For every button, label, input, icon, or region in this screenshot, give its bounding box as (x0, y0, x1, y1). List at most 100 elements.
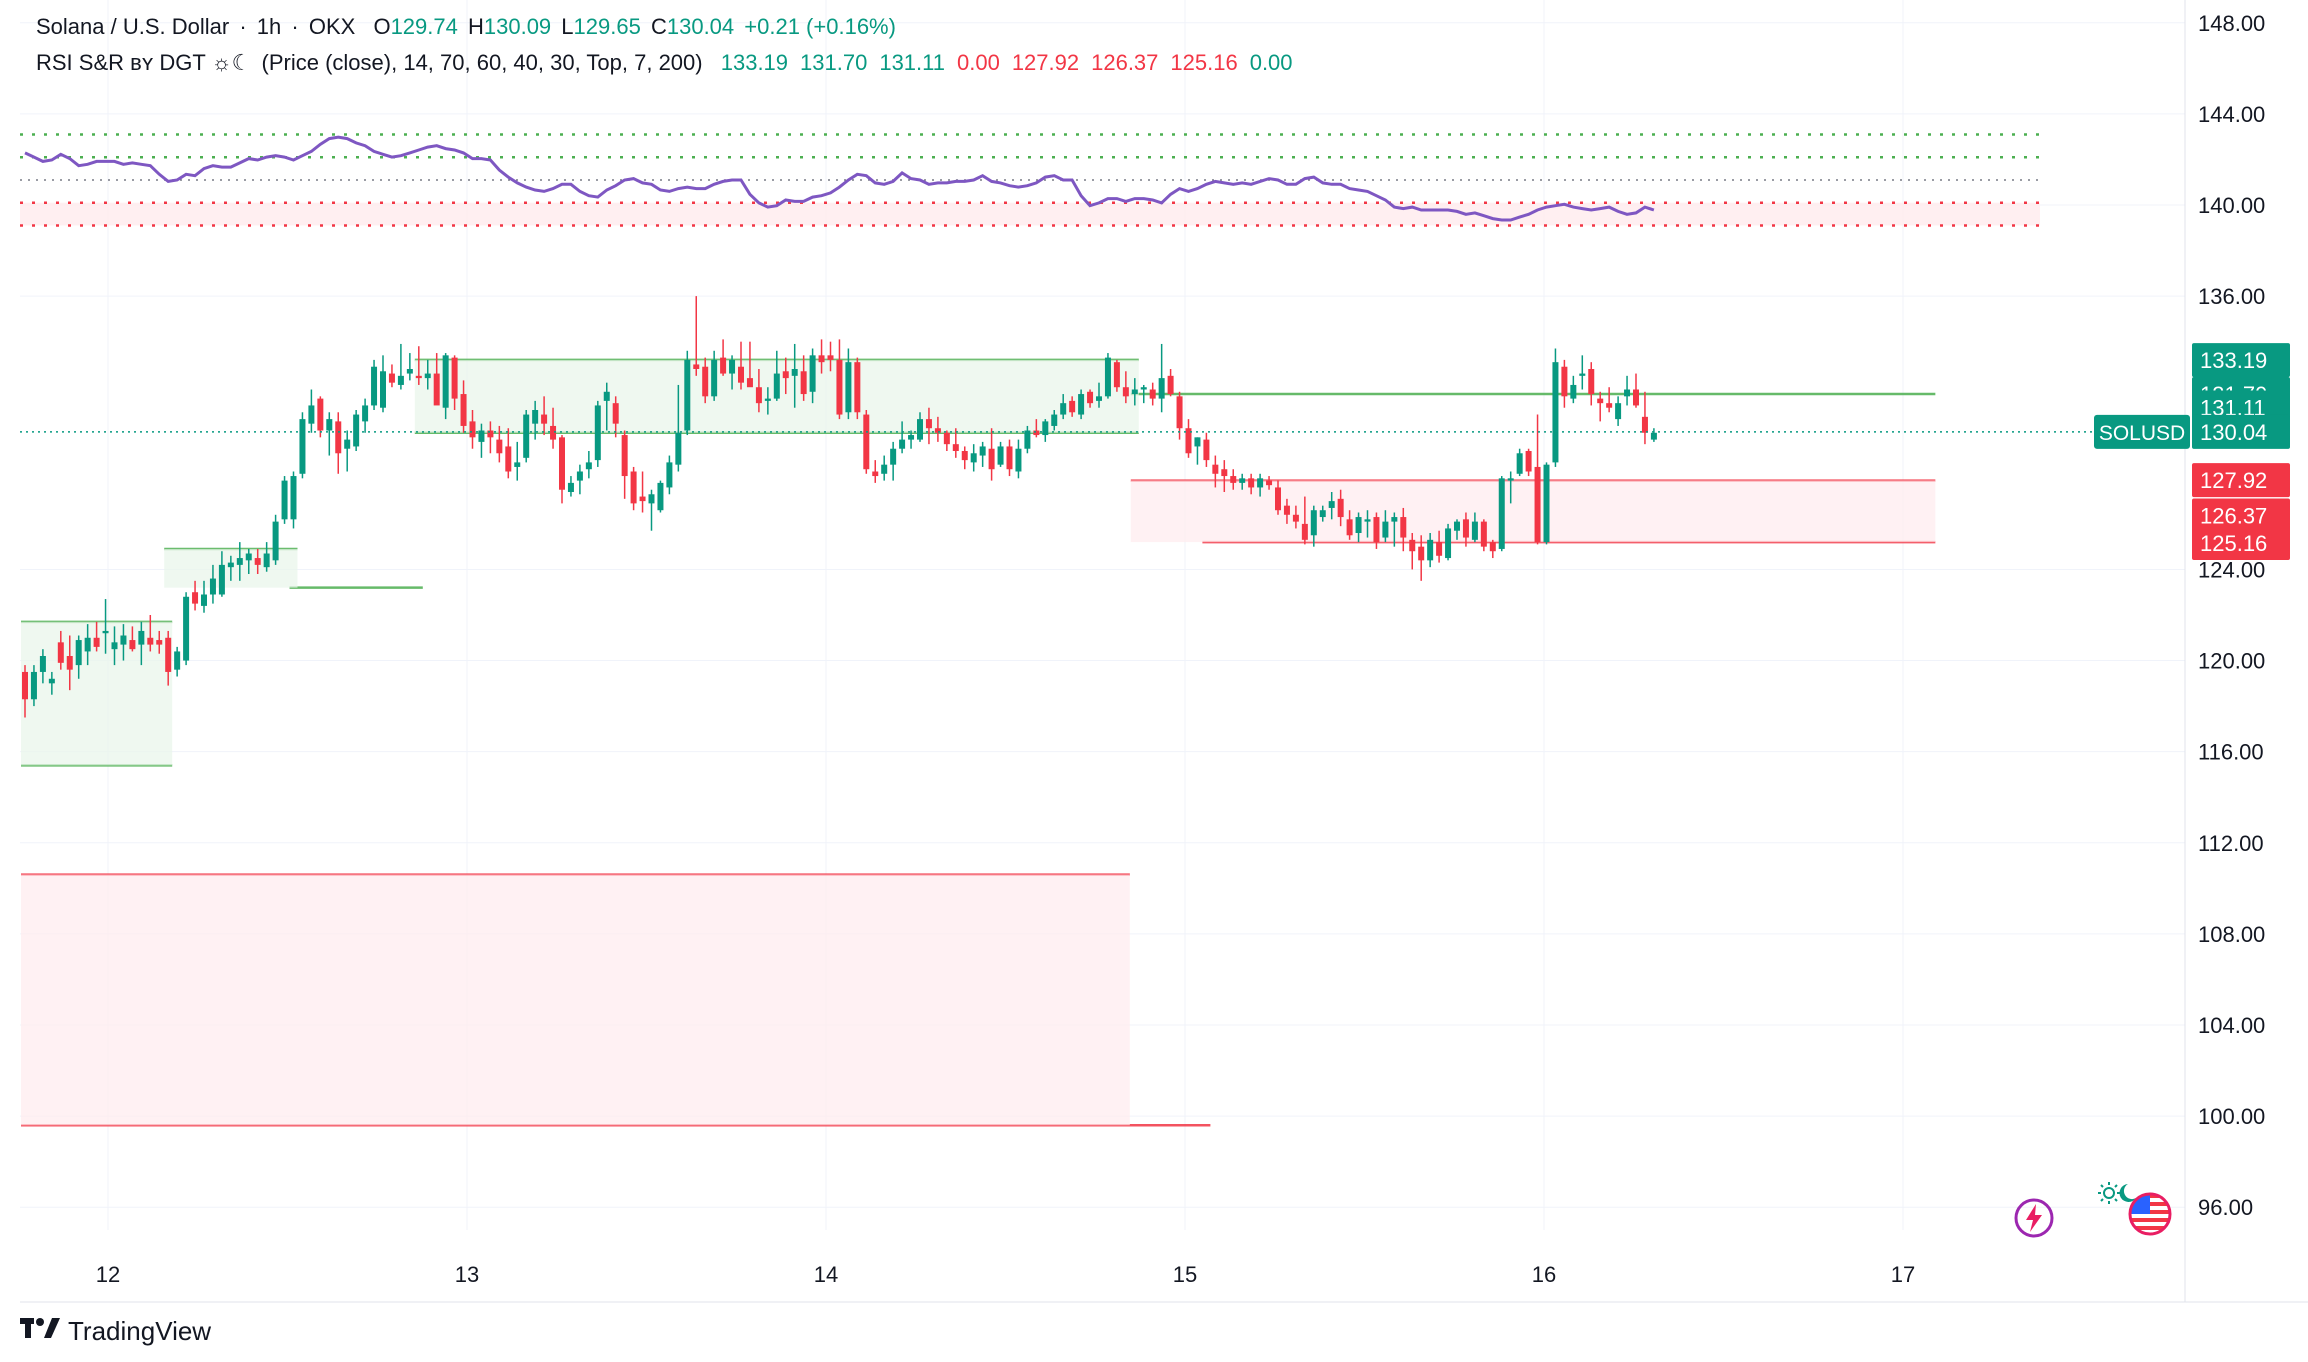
candle-body (1525, 451, 1532, 472)
y-tick-label: 108.00 (2198, 922, 2265, 947)
indicator-legend[interactable]: RSI S&R ʙʏ DGT ☼☾ (Price (close), 14, 70… (36, 50, 1301, 76)
candle-body (1462, 519, 1469, 538)
candle-body (541, 414, 548, 424)
candle-body (183, 596, 190, 661)
candle (872, 460, 879, 483)
candle (362, 398, 369, 433)
candle-body (943, 432, 950, 445)
candle-body (970, 453, 977, 463)
legend-separator: · (239, 14, 247, 39)
candle-body (129, 640, 136, 650)
tradingview-logo[interactable]: TradingView (20, 1315, 211, 1347)
candle (1552, 348, 1559, 467)
symbol-name[interactable]: Solana / U.S. Dollar (36, 14, 229, 39)
candle-body (1283, 505, 1290, 515)
candle-body (1498, 478, 1505, 549)
candle (890, 441, 897, 481)
candle-body (1275, 487, 1281, 511)
candle-body (1400, 517, 1407, 538)
candle-body (424, 373, 431, 379)
price-label: 133.19 (2192, 343, 2290, 378)
candle-body (1122, 387, 1129, 397)
interval-label[interactable]: 1h (257, 14, 281, 39)
candle (388, 364, 395, 388)
candle-body (120, 635, 127, 645)
candle (594, 400, 601, 467)
candle-body (845, 362, 852, 413)
symbol-legend[interactable]: Solana / U.S. Dollar · 1h · OKX O129.74 … (36, 14, 900, 40)
candle-body (988, 448, 995, 470)
candle-body (917, 419, 923, 440)
candle-body (1051, 414, 1058, 426)
low-label: L129.65 (561, 14, 641, 39)
candle (1561, 359, 1568, 408)
candle-body (1552, 362, 1559, 463)
candle-body (326, 419, 333, 431)
candle-body (782, 371, 789, 379)
price-label: 125.16 (2192, 526, 2290, 561)
candle-body (720, 357, 727, 374)
candle (1194, 437, 1201, 465)
indicator-params: (Price (close), 14, 70, 60, 40, 30, Top,… (261, 50, 703, 75)
candle-body (961, 451, 968, 461)
price-label-text: 130.04 (2200, 420, 2267, 445)
candle-body (39, 656, 46, 672)
candle-body (899, 439, 906, 449)
indicator-value: 131.70 (800, 50, 868, 75)
candle-body (442, 355, 449, 408)
y-tick-label: 116.00 (2198, 740, 2264, 765)
candle-body (165, 637, 172, 672)
candle (514, 441, 521, 481)
candle (881, 455, 888, 481)
candle (1650, 428, 1657, 442)
price-label: SOLUSD 130.04 (2094, 414, 2290, 449)
candle-body (1301, 523, 1308, 540)
candle-body (192, 592, 199, 604)
legend-separator: · (291, 14, 299, 39)
candle-body (245, 553, 252, 561)
candle-body (1507, 478, 1514, 481)
candle-body (1257, 478, 1264, 488)
time-axis[interactable]: 12 13 14 15 16 17 (96, 1262, 1915, 1287)
price-label: 127.92 (2192, 463, 2290, 498)
x-tick-label: 12 (96, 1262, 120, 1287)
candle (1113, 359, 1120, 392)
candle (1525, 448, 1532, 477)
y-tick-label: 96.00 (2198, 1195, 2253, 1220)
candle-body (317, 398, 324, 431)
candle-body (30, 671, 37, 700)
indicator-value: 131.11 (879, 50, 945, 75)
candle-body (675, 432, 682, 465)
candle-body (505, 446, 512, 472)
candle-body (460, 394, 467, 426)
candle-body (1006, 446, 1013, 470)
candle (666, 455, 673, 495)
indicator-name[interactable]: RSI S&R ʙʏ DGT ☼☾ (36, 50, 251, 75)
us-flag-icon[interactable] (2128, 1192, 2172, 1241)
lightning-icon[interactable] (2012, 1196, 2056, 1245)
indicator-value: 126.37 (1091, 50, 1159, 75)
candle-body (1248, 478, 1255, 488)
candle (281, 476, 288, 524)
candle-body (773, 373, 780, 399)
price-axis[interactable]: 148.00 144.00 140.00 136.00 124.00 120.00 116.… (2198, 11, 2265, 1220)
price-label-text: 125.16 (2200, 531, 2267, 556)
candle (657, 480, 664, 513)
candle-body (738, 366, 744, 383)
candle-body (567, 482, 574, 492)
price-chart[interactable]: 148.00144.00140.00136.00124.00120.00116.… (0, 0, 2308, 1362)
candle-body (138, 630, 145, 645)
candle (1624, 375, 1631, 406)
candle-body (353, 414, 360, 447)
candle-body (1480, 521, 1487, 547)
indicator-values: 133.19 131.70 131.11 0.00 127.92 126.37 125.16… (713, 50, 1297, 75)
candle-body (1104, 357, 1111, 397)
candle-body (1355, 517, 1362, 533)
candle-body (1319, 510, 1326, 518)
candle-body (1391, 517, 1398, 522)
candle (1373, 512, 1380, 549)
resistance-zone (21, 874, 1130, 1126)
candle-body (1078, 394, 1085, 415)
candle-body (1060, 403, 1067, 415)
candle-body (236, 558, 243, 565)
